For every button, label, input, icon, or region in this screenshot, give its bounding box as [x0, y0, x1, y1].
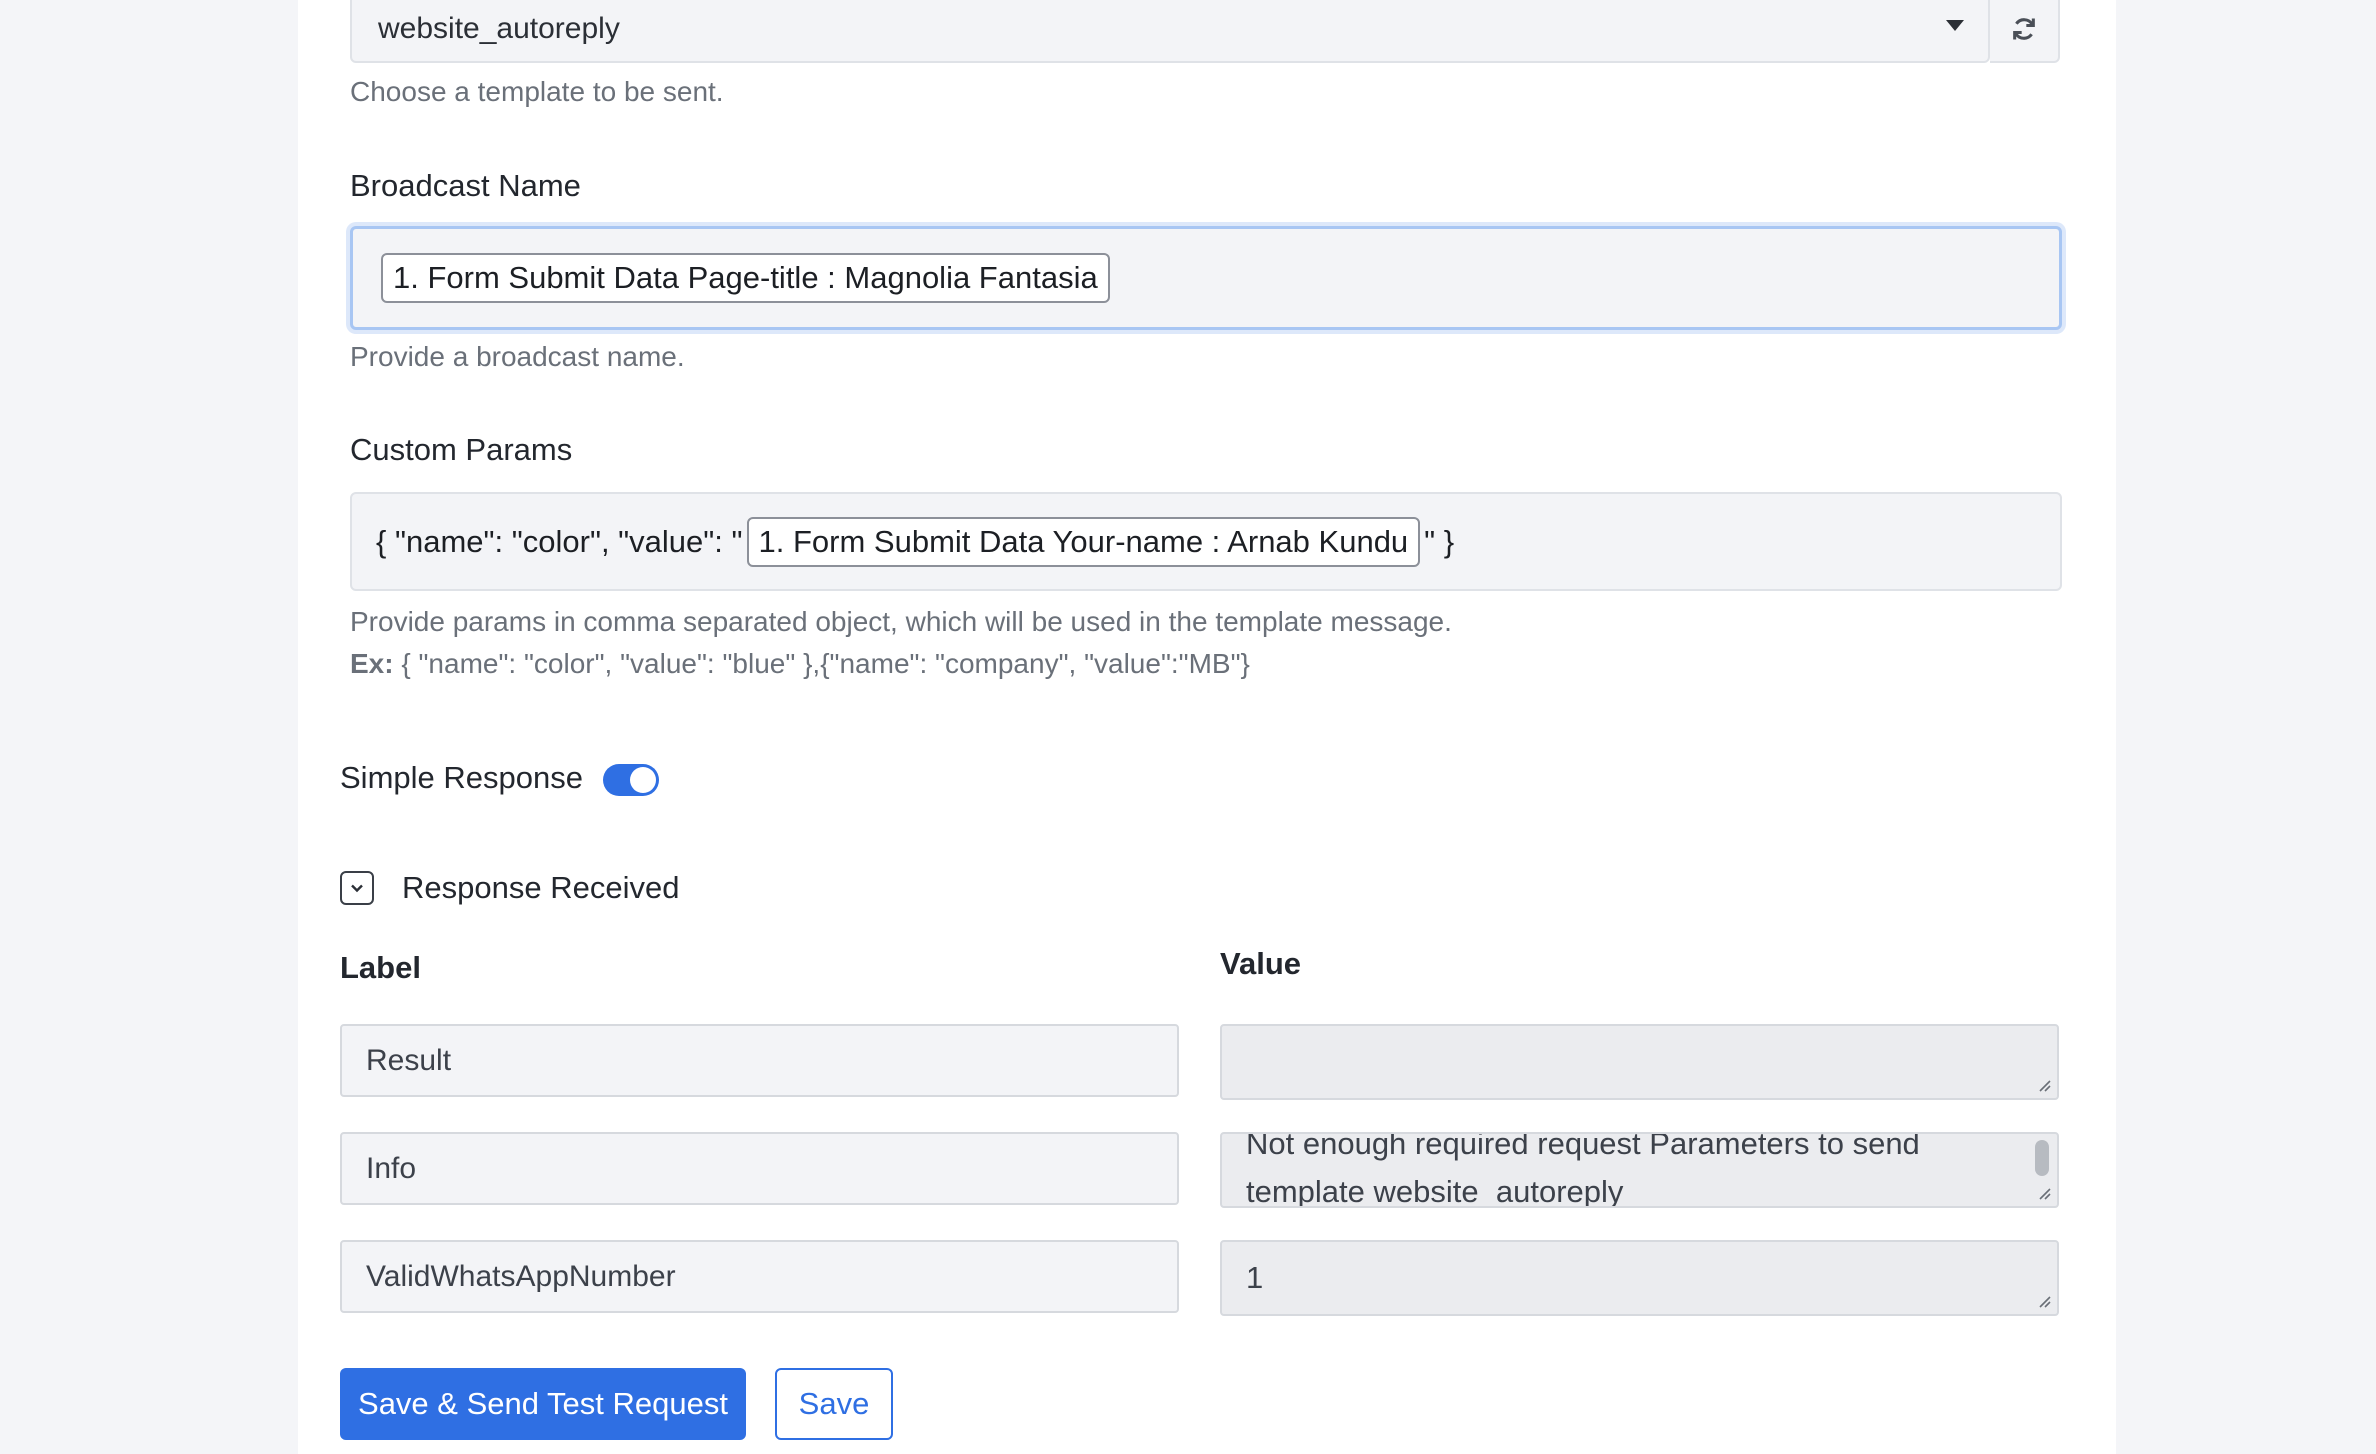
- broadcast-name-chip[interactable]: 1. Form Submit Data Page-title : Magnoli…: [381, 253, 1110, 303]
- caret-down-icon: [1946, 20, 1964, 31]
- resize-grip-icon[interactable]: [2037, 1294, 2051, 1308]
- response-label-text: Info: [366, 1151, 417, 1185]
- toggle-knob: [630, 767, 656, 793]
- broadcast-name-label: Broadcast Name: [350, 168, 581, 203]
- response-value-field[interactable]: Not enough required request Parameters t…: [1220, 1132, 2059, 1208]
- value-column-header: Value: [1220, 946, 1301, 981]
- label-column-header: Label: [340, 950, 421, 985]
- custom-params-example: Ex: { "name": "color", "value": "blue" }…: [350, 648, 1250, 680]
- response-value-field[interactable]: 1: [1220, 1240, 2059, 1316]
- resize-grip-icon[interactable]: [2037, 1078, 2051, 1092]
- template-help-text: Choose a template to be sent.: [350, 76, 724, 107]
- save-and-send-test-button[interactable]: Save & Send Test Request: [340, 1368, 746, 1440]
- save-button[interactable]: Save: [775, 1368, 893, 1440]
- response-value-field[interactable]: [1220, 1024, 2059, 1100]
- broadcast-help-text: Provide a broadcast name.: [350, 341, 685, 372]
- simple-response-toggle[interactable]: [603, 764, 659, 796]
- response-label-text: ValidWhatsAppNumber: [366, 1259, 676, 1293]
- broadcast-name-field[interactable]: 1. Form Submit Data Page-title : Magnoli…: [350, 226, 2062, 330]
- response-collapse-toggle[interactable]: [340, 871, 374, 905]
- response-label-field[interactable]: Info: [340, 1132, 1179, 1205]
- refresh-templates-button[interactable]: [1990, 0, 2060, 63]
- form-panel: website_autoreply Choose a template to b…: [298, 0, 2116, 1454]
- response-value-text: 1: [1246, 1260, 1264, 1295]
- template-select-value: website_autoreply: [378, 11, 620, 45]
- response-label-text: Result: [366, 1043, 452, 1077]
- chevron-down-icon: [351, 884, 363, 893]
- custom-params-prefix: { "name": "color", "value": ": [376, 523, 743, 559]
- custom-params-chip[interactable]: 1. Form Submit Data Your-name : Arnab Ku…: [746, 516, 1421, 567]
- scrollbar[interactable]: [2035, 1140, 2049, 1176]
- response-label-field[interactable]: ValidWhatsAppNumber: [340, 1240, 1179, 1313]
- custom-params-suffix: " }: [1424, 523, 1455, 559]
- refresh-icon: [2013, 17, 2035, 40]
- example-text: { "name": "color", "value": "blue" },{"n…: [393, 648, 1250, 679]
- custom-params-field[interactable]: { "name": "color", "value": " 1. Form Su…: [350, 492, 2062, 591]
- response-received-label: Response Received: [402, 870, 680, 905]
- template-select[interactable]: website_autoreply: [350, 0, 1990, 63]
- resize-grip-icon[interactable]: [2037, 1186, 2051, 1200]
- simple-response-label: Simple Response: [340, 760, 583, 795]
- custom-params-label: Custom Params: [350, 432, 573, 467]
- response-value-text: Not enough required request Parameters t…: [1246, 1132, 1920, 1208]
- custom-params-help-text: Provide params in comma separated object…: [350, 606, 1452, 637]
- example-label: Ex:: [350, 648, 394, 679]
- response-label-field[interactable]: Result: [340, 1024, 1179, 1097]
